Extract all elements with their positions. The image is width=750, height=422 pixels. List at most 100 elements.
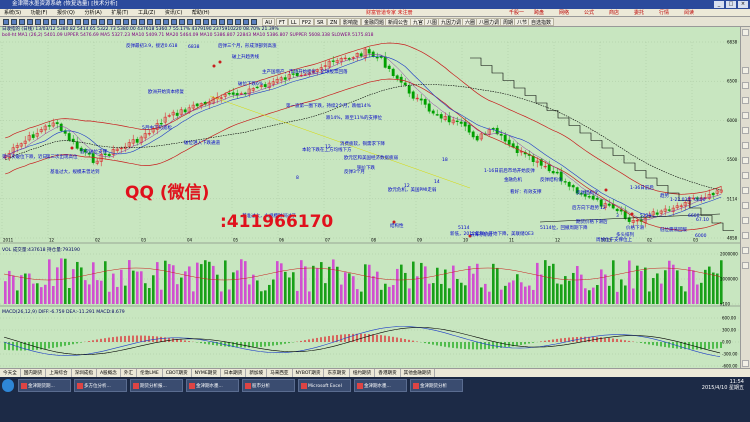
menu-info[interactable]: 资讯(C) — [161, 9, 186, 17]
menu-right-3[interactable]: 网络 — [555, 9, 573, 17]
forward-icon[interactable] — [11, 19, 17, 25]
tb-sr[interactable]: SR — [314, 18, 327, 26]
mail-icon[interactable] — [187, 19, 193, 25]
tool-icon[interactable] — [742, 142, 749, 149]
user-icon[interactable] — [195, 19, 201, 25]
cross-icon[interactable] — [83, 19, 89, 25]
menu-help[interactable]: 帮助(H) — [188, 9, 214, 17]
tb-fp2[interactable]: FP2 — [299, 18, 315, 26]
taskbar-item[interactable]: 股市分析 — [242, 379, 295, 392]
menu-right-7[interactable]: 行情 — [655, 9, 673, 17]
tool-icon[interactable] — [742, 202, 749, 209]
tb-au[interactable]: AU — [262, 18, 276, 26]
tool-icon[interactable] — [742, 262, 749, 269]
refresh-icon[interactable] — [19, 19, 25, 25]
market-tab[interactable]: 纽约期货 — [350, 369, 376, 377]
tb-ft[interactable]: FT — [276, 18, 288, 26]
tb-zn[interactable]: ZN — [327, 18, 341, 26]
taskbar-item[interactable]: 多方位分析... — [74, 379, 127, 392]
market-tab[interactable]: CBOT期货 — [163, 369, 192, 377]
taskbar-item[interactable]: 金津期水墨... — [354, 379, 407, 392]
market-tab[interactable]: 马来西亚 — [267, 369, 293, 377]
calc-icon[interactable] — [147, 19, 153, 25]
tool-icon[interactable] — [742, 172, 749, 179]
main-chart-svg[interactable]: 6838 6500 6000 5500 5114 4858 2011 12 02 03 04 05 06… — [0, 38, 740, 369]
search-icon[interactable] — [139, 19, 145, 25]
bell-icon[interactable] — [171, 19, 177, 25]
taskbar-item[interactable]: 期货分析报... — [130, 379, 183, 392]
tool-icon[interactable] — [742, 112, 749, 119]
market-tab[interactable]: 国内期货 — [21, 369, 47, 377]
back-icon[interactable] — [3, 19, 9, 25]
grid-icon[interactable] — [59, 19, 65, 25]
market-tab[interactable]: NYBOT期货 — [293, 369, 325, 377]
menu-right-2[interactable]: 跨盘 — [530, 9, 548, 17]
folder-icon[interactable] — [203, 19, 209, 25]
market-tab[interactable]: 深圳成指 — [72, 369, 97, 377]
tool-icon[interactable] — [742, 97, 749, 104]
info-icon[interactable] — [179, 19, 185, 25]
right-scrollbar[interactable] — [740, 27, 750, 370]
tool-icon[interactable] — [742, 187, 749, 194]
tool-icon[interactable] — [742, 67, 749, 74]
menu-quote[interactable]: 报价(Q) — [53, 9, 79, 17]
tool-icon[interactable] — [742, 127, 749, 134]
menu-analysis[interactable]: 分析(A) — [80, 9, 105, 17]
home-icon[interactable] — [27, 19, 33, 25]
draw-icon[interactable] — [91, 19, 97, 25]
setting-icon[interactable] — [131, 19, 137, 25]
print-icon[interactable] — [35, 19, 41, 25]
tool-icon[interactable] — [742, 82, 749, 89]
market-tab[interactable]: 外汇 — [121, 369, 138, 377]
chart-icon[interactable] — [43, 19, 49, 25]
lock-icon[interactable] — [219, 19, 225, 25]
tool-icon[interactable] — [742, 232, 749, 239]
tb-zxzs[interactable]: 自选指数 — [528, 18, 555, 26]
market-tab[interactable]: 东京期货 — [324, 369, 350, 377]
layout-icon[interactable] — [251, 19, 257, 25]
tb-yxn[interactable]: 影响能 — [340, 18, 362, 26]
market-tab[interactable]: 其他金融期货 — [401, 369, 436, 377]
start-button[interactable] — [2, 379, 14, 392]
market-tab[interactable]: 今天全 — [0, 369, 21, 377]
market-tab[interactable]: 上海综合 — [46, 369, 72, 377]
tb-jrt[interactable]: 金融同题 — [361, 18, 388, 26]
market-tab[interactable]: 伦敦LME — [137, 369, 163, 377]
minimize-button[interactable]: _ — [714, 1, 724, 8]
market-tab[interactable]: 香港期货 — [375, 369, 401, 377]
scroll-up-icon[interactable] — [742, 29, 749, 36]
menu-right-5[interactable]: 商店 — [605, 9, 623, 17]
filter-icon[interactable] — [123, 19, 129, 25]
menu-tools[interactable]: 工具(Z) — [134, 9, 159, 17]
taskbar-item[interactable]: 金津期货期... — [18, 379, 71, 392]
tool-icon[interactable] — [742, 157, 749, 164]
taskbar-item[interactable]: Microsoft Excel — [298, 379, 351, 392]
menu-extend[interactable]: 扩展(T) — [107, 9, 132, 17]
star-icon[interactable] — [163, 19, 169, 25]
scroll-down-icon[interactable] — [742, 360, 749, 367]
market-tab[interactable]: A股概念 — [97, 369, 121, 377]
exit-icon[interactable] — [235, 19, 241, 25]
list-icon[interactable] — [51, 19, 57, 25]
note-icon[interactable] — [107, 19, 113, 25]
tb-ll[interactable]: LL — [288, 18, 300, 26]
chart-area[interactable]: 6838 6500 6000 5500 5114 4858 2011 12 02 03 04 05 06… — [0, 38, 740, 369]
news-icon[interactable] — [155, 19, 161, 25]
maximize-button[interactable]: □ — [726, 1, 736, 8]
taskbar-item[interactable]: 金津期货分析 — [410, 379, 463, 392]
menu-right-1[interactable]: 千股一 — [505, 9, 528, 17]
save-icon[interactable] — [211, 19, 217, 25]
market-tab[interactable]: NYME期货 — [192, 369, 221, 377]
taskbar-item[interactable]: 金津期水墨... — [186, 379, 239, 392]
menu-right-8[interactable]: 阅读 — [680, 9, 698, 17]
zoom-in-icon[interactable] — [67, 19, 73, 25]
market-tab[interactable]: 新加坡 — [246, 369, 268, 377]
alert-icon[interactable] — [115, 19, 121, 25]
zoom-out-icon[interactable] — [75, 19, 81, 25]
window-icon[interactable] — [243, 19, 249, 25]
tb-jyl[interactable]: 九因力调 — [438, 18, 465, 26]
help-icon[interactable] — [227, 19, 233, 25]
tool-icon[interactable] — [742, 217, 749, 224]
market-tab[interactable]: 日本期货 — [221, 369, 247, 377]
tool-icon[interactable] — [742, 247, 749, 254]
